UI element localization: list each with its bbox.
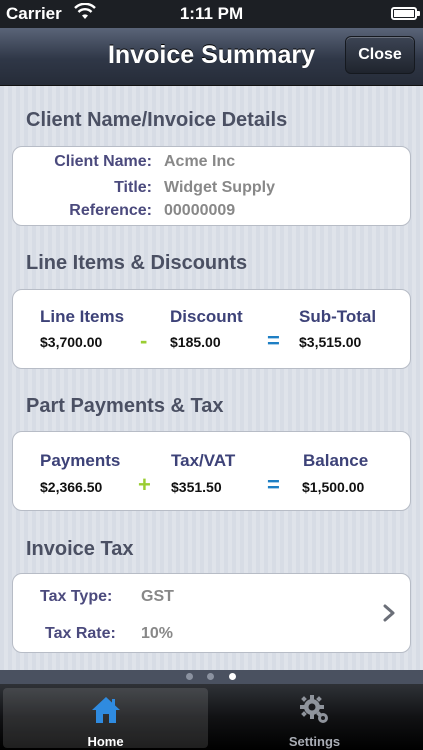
gear-icon — [299, 695, 328, 723]
line-items-card: Line Items $3,700.00 - Discount $185.00 … — [12, 289, 411, 369]
tab-settings-label: Settings — [288, 734, 341, 749]
clock: 1:11 PM — [179, 4, 244, 23]
tax-rate-label: Tax Rate: — [45, 625, 116, 642]
balance-value: $1,500.00 — [302, 479, 365, 495]
payments-section-title: Part Payments & Tax — [26, 395, 224, 417]
close-button[interactable]: Close — [345, 36, 415, 74]
tab-home-label: Home — [87, 734, 124, 749]
tax-rate-value: 10% — [141, 625, 174, 642]
chevron-right-icon[interactable] — [382, 604, 396, 622]
client-name-value: Acme Inc — [164, 153, 236, 170]
discount-value: $185.00 — [170, 334, 221, 350]
plus-operator: + — [138, 472, 151, 497]
line-items-value: $3,700.00 — [40, 334, 103, 350]
client-section-title: Client Name/Invoice Details — [26, 109, 288, 131]
page-dot[interactable] — [186, 673, 193, 680]
minus-operator: - — [140, 328, 148, 353]
tax-vat-value: $351.50 — [171, 479, 222, 495]
line-items-label: Line Items — [40, 307, 125, 326]
summary-content[interactable]: Client Name/Invoice Details Client Name:… — [0, 86, 423, 670]
page-dot[interactable] — [207, 673, 214, 680]
battery-icon — [391, 7, 420, 20]
navigation-bar: Invoice Summary Close — [0, 28, 423, 86]
invoice-title-label: Title: — [114, 179, 152, 196]
invoice-title-value: Widget Supply — [164, 179, 275, 196]
tax-type-value: GST — [141, 588, 174, 605]
invoice-tax-section-title: Invoice Tax — [26, 538, 134, 560]
tax-vat-label: Tax/VAT — [171, 451, 236, 470]
equals-operator: = — [267, 472, 280, 497]
reference-value: 00000009 — [164, 202, 236, 219]
invoice-tax-card[interactable]: Tax Type: GST Tax Rate: 10% — [12, 573, 411, 653]
balance-label: Balance — [303, 451, 369, 470]
discount-label: Discount — [170, 307, 243, 326]
status-bar: Carrier 1:11 PM — [0, 0, 423, 28]
payments-label: Payments — [40, 451, 121, 470]
subtotal-value: $3,515.00 — [299, 334, 362, 350]
payments-value: $2,366.50 — [40, 479, 103, 495]
tab-home[interactable]: Home — [3, 688, 208, 749]
tab-bar: Home Settings — [0, 684, 423, 750]
client-details-card: Client Name: Acme Inc Title: Widget Supp… — [12, 146, 411, 226]
payments-card: Payments $2,366.50 + Tax/VAT $351.50 = B… — [12, 431, 411, 511]
tab-settings[interactable]: Settings — [212, 688, 417, 749]
subtotal-label: Sub-Total — [299, 307, 377, 326]
client-name-label: Client Name: — [54, 153, 152, 170]
page-dot-active[interactable] — [229, 673, 236, 680]
reference-label: Reference: — [69, 202, 152, 219]
home-icon — [91, 697, 120, 723]
tax-type-label: Tax Type: — [40, 588, 113, 605]
page-indicator[interactable] — [0, 670, 423, 684]
line-items-section-title: Line Items & Discounts — [26, 252, 248, 274]
equals-operator: = — [267, 328, 280, 353]
